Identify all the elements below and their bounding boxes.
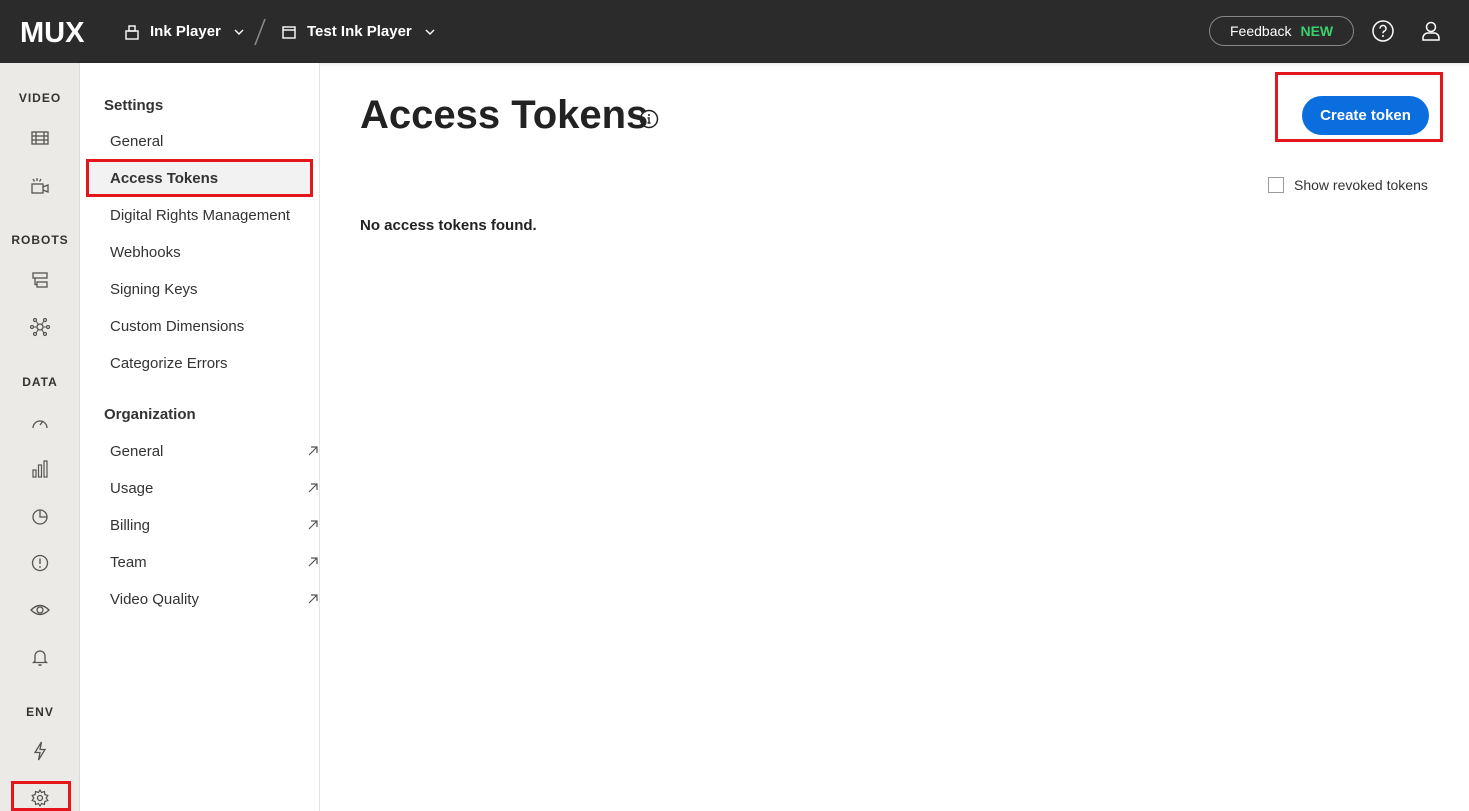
nav-item-label: Billing [110,517,151,534]
top-bar: MUX Ink Player Test Ink Player Feedback … [0,0,1469,63]
nav-item-label: Usage [110,480,154,497]
external-link-icon [308,557,318,567]
feedback-label: Feedback [1230,23,1292,39]
nav-item-usage[interactable]: Usage [110,480,318,497]
show-revoked-checkbox[interactable] [1268,177,1284,193]
chevron-down-icon [425,29,435,35]
rail-section-data: DATA [22,375,58,389]
nav-item-label: General [110,443,164,460]
organization-heading: Organization [104,406,196,423]
mux-logo[interactable]: MUX [20,17,96,44]
external-link-icon [308,594,318,604]
info-icon[interactable] [638,108,660,130]
nav-item-drm[interactable]: Digital Rights Management [110,207,310,224]
org-name: Ink Player [150,23,221,40]
nav-item-general[interactable]: General [110,133,310,150]
feedback-button[interactable]: Feedback NEW [1209,16,1354,46]
show-revoked-label: Show revoked tokens [1294,177,1428,193]
nav-item-label: Video Quality [110,591,199,608]
alerts-bell-icon[interactable] [29,646,51,668]
new-badge: NEW [1300,23,1334,39]
workflows-icon[interactable] [29,269,51,291]
svg-text:MUX: MUX [20,17,85,44]
nav-item-categorize-errors[interactable]: Categorize Errors [110,355,310,372]
icon-rail: VIDEO ROBOTS DATA ENV [0,63,80,811]
main-content: Access Tokens Create token Show revoked … [320,63,1469,811]
dashboard-gauge-icon[interactable] [29,412,51,434]
nav-item-webhooks[interactable]: Webhooks [110,244,310,261]
nav-item-label: Team [110,554,147,571]
rail-section-env: ENV [26,705,54,719]
rail-section-robots: ROBOTS [11,233,69,247]
nav-item-billing[interactable]: Billing [110,517,318,534]
rail-section-video: VIDEO [18,91,62,105]
nav-item-video-quality[interactable]: Video Quality [110,591,318,608]
org-switcher[interactable]: Ink Player [123,0,245,63]
settings-nav: Settings General Access Tokens Digital R… [80,63,320,811]
network-icon[interactable] [29,316,51,338]
help-icon[interactable] [1371,19,1395,43]
assets-icon[interactable] [29,127,51,149]
views-eye-icon[interactable] [29,599,51,621]
chevron-down-icon [234,29,244,35]
organization-icon [125,24,139,40]
show-revoked-toggle[interactable]: Show revoked tokens [1268,177,1428,193]
nav-item-access-tokens[interactable]: Access Tokens [110,170,310,187]
nav-item-team[interactable]: Team [110,554,318,571]
settings-gear-icon[interactable] [29,787,51,809]
errors-alert-icon[interactable] [29,552,51,574]
nav-item-custom-dimensions[interactable]: Custom Dimensions [110,318,310,335]
page-title: Access Tokens [360,93,649,137]
metrics-chart-icon[interactable] [29,458,51,480]
breadcrumb-separator [254,18,266,46]
live-streams-icon[interactable] [29,175,51,197]
nav-item-org-general[interactable]: General [110,443,318,460]
settings-heading: Settings [104,97,164,114]
user-icon[interactable] [1419,19,1443,43]
pie-chart-icon[interactable] [29,505,51,527]
external-link-icon [308,446,318,456]
lightning-icon[interactable] [29,740,51,762]
environment-icon [282,25,296,39]
create-token-button[interactable]: Create token [1302,96,1429,135]
empty-state-message: No access tokens found. [360,217,537,234]
external-link-icon [308,520,318,530]
env-name: Test Ink Player [307,23,412,40]
nav-item-signing-keys[interactable]: Signing Keys [110,281,310,298]
external-link-icon [308,483,318,493]
env-switcher[interactable]: Test Ink Player [280,0,436,63]
